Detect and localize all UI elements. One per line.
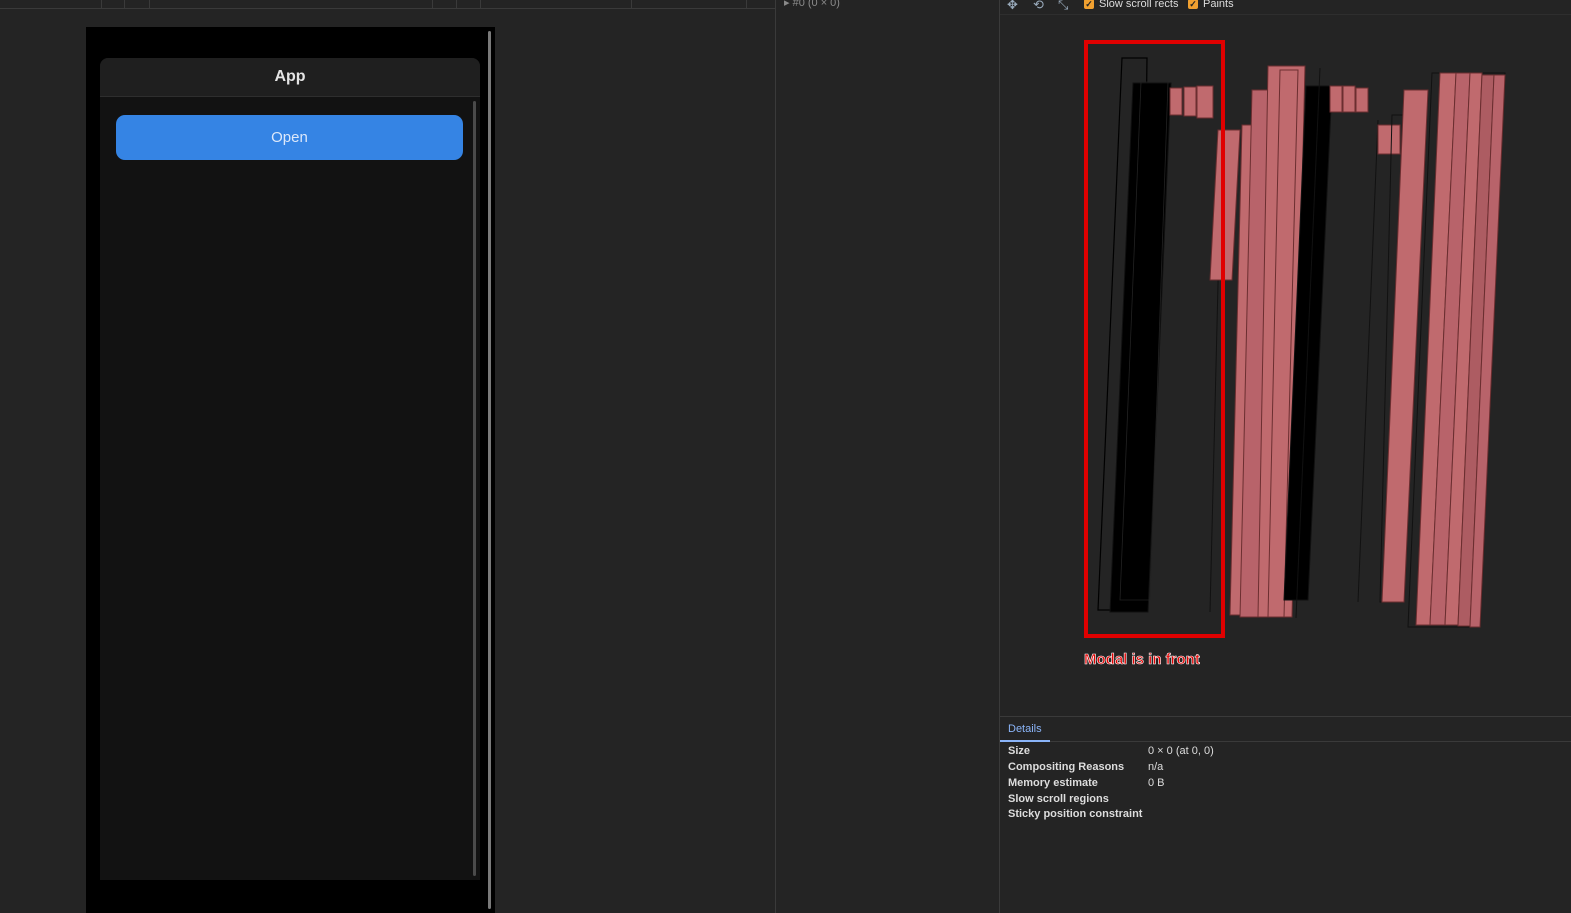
slow-scroll-rects-label: Slow scroll rects — [1099, 0, 1179, 10]
rotate-icon[interactable]: ⟲ — [1033, 0, 1044, 13]
slow-scroll-rects-checkbox[interactable]: ✓ Slow scroll rects — [1084, 0, 1178, 10]
top-ruler — [0, 0, 775, 9]
open-button[interactable]: Open — [116, 115, 463, 160]
layers-3d-canvas[interactable] — [1000, 16, 1571, 716]
pink-layer-stack-1 — [1209, 65, 1369, 619]
details-panel: Details Size 0 × 0 (at 0, 0) Compositing… — [1000, 716, 1571, 913]
pan-icon[interactable]: ✥ — [1007, 0, 1018, 13]
pink-layer-stack-2 — [1357, 72, 1506, 628]
prop-row-slow-scroll-regions: Slow scroll regions — [1008, 793, 1109, 805]
device-viewport: App Open — [0, 0, 775, 913]
prop-row-size: Size 0 × 0 (at 0, 0) — [1008, 745, 1214, 757]
reset-view-icon[interactable]: ⤡ — [1058, 0, 1068, 13]
layers-3d-panel: ✥ ⟲ ⤡ ✓ Slow scroll rects ✓ Paints Modal… — [1000, 0, 1571, 913]
modal-layer-group — [1097, 57, 1224, 613]
details-tabbar: Details — [1000, 717, 1571, 742]
device-frame: App Open — [86, 27, 495, 913]
annotation-label: Modal is in front — [1084, 651, 1200, 669]
layers-toolbar: ✥ ⟲ ⤡ ✓ Slow scroll rects ✓ Paints — [1000, 0, 1571, 15]
paints-checkbox[interactable]: ✓ Paints — [1188, 0, 1234, 10]
checkbox-checked-icon: ✓ — [1188, 0, 1198, 9]
prop-row-sticky-position-constraint: Sticky position constraint — [1008, 808, 1143, 820]
paints-label: Paints — [1203, 0, 1234, 10]
app-scrollbar[interactable] — [473, 101, 476, 876]
layers-tree-panel: ▸ #0 (0 × 0) — [775, 0, 1000, 913]
tab-details[interactable]: Details — [1000, 717, 1050, 742]
app-window: App Open — [100, 58, 480, 880]
app-header: App — [100, 58, 480, 97]
prop-row-memory-estimate: Memory estimate 0 B — [1008, 777, 1165, 789]
layer-tree-node[interactable]: ▸ #0 (0 × 0) — [784, 0, 840, 9]
app-title: App — [274, 68, 306, 85]
checkbox-checked-icon: ✓ — [1084, 0, 1094, 9]
device-scrollbar[interactable] — [488, 31, 491, 909]
prop-row-compositing-reasons: Compositing Reasons n/a — [1008, 761, 1164, 773]
